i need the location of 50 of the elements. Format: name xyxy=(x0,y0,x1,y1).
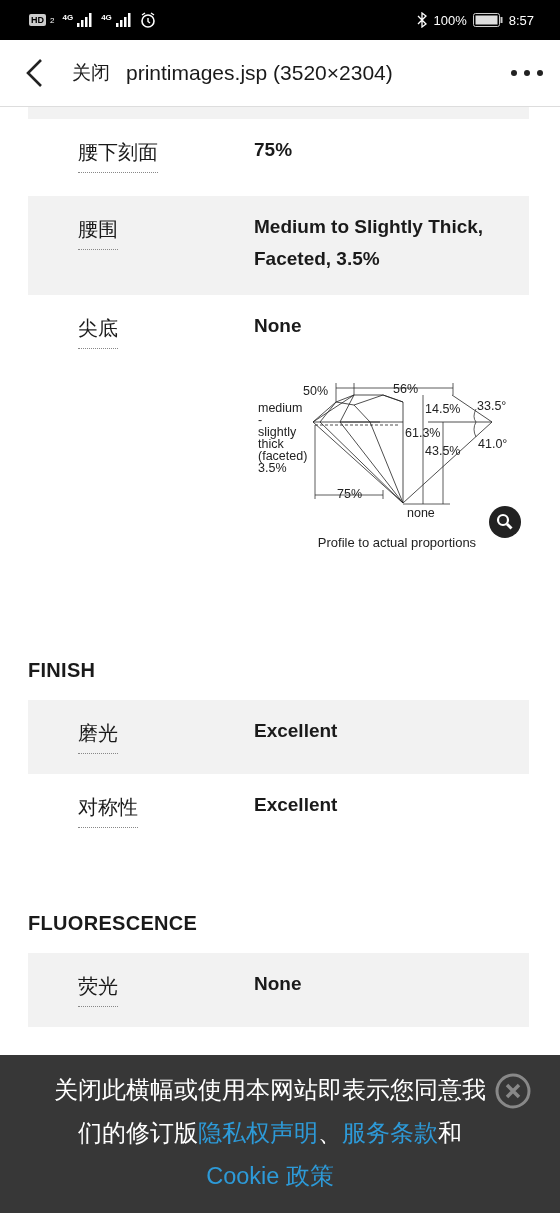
diagram-label: 33.5° xyxy=(477,399,507,413)
diagram-label: 50% xyxy=(303,384,329,398)
property-value: Excellent xyxy=(254,719,339,743)
back-icon[interactable] xyxy=(24,58,44,88)
diagram-label: - xyxy=(258,413,263,427)
close-icon[interactable] xyxy=(494,1072,532,1110)
clock-time: 8:57 xyxy=(508,12,534,28)
property-value: Excellent xyxy=(254,793,339,817)
property-value: Medium to Slightly Thick, Faceted, 3.5% xyxy=(254,215,485,271)
diagram-label: 3.5% xyxy=(258,461,287,475)
section-heading: FINISH xyxy=(28,658,97,683)
diagram-label: 14.5% xyxy=(425,402,461,416)
property-label[interactable]: 腰围 xyxy=(78,216,118,250)
property-label[interactable]: 对称性 xyxy=(78,794,138,828)
property-value: None xyxy=(254,972,303,996)
diagram-caption: Profile to actual proportions xyxy=(317,535,477,550)
diagram-label: slightly xyxy=(258,425,297,439)
property-value: 75% xyxy=(254,138,294,162)
battery-icon xyxy=(472,13,503,27)
diagram-label: 56% xyxy=(393,382,419,396)
alarm-icon xyxy=(139,12,156,28)
property-label[interactable]: 荧光 xyxy=(78,973,118,1007)
diagram-label: 61.3% xyxy=(405,426,441,440)
battery-percent: 100% xyxy=(433,12,467,28)
zoom-icon[interactable] xyxy=(489,506,521,538)
signal-icon xyxy=(77,13,94,27)
diagram-label: medium xyxy=(258,401,303,415)
hd-badge: HD xyxy=(29,14,46,26)
bluetooth-icon xyxy=(417,12,428,28)
property-value: None xyxy=(254,314,303,338)
close-link[interactable]: 关闭 xyxy=(72,60,110,86)
consent-text: 关闭此横幅或使用本网站即表示您同意我们的修订版隐私权声明、服务条款和 Cookie 政策 xyxy=(53,1076,487,1191)
page-title: printimages.jsp (3520×2304) xyxy=(126,61,394,85)
property-label[interactable]: 尖底 xyxy=(78,315,118,349)
property-label[interactable]: 腰下刻面 xyxy=(78,139,158,173)
policy-link[interactable]: Cookie 政策 xyxy=(206,1163,334,1189)
policy-link[interactable]: 隐私权声明 xyxy=(198,1120,318,1146)
section-heading: FLUORESCENCE xyxy=(28,911,199,936)
diagram-label: none xyxy=(407,506,435,520)
network-type: 4G xyxy=(62,13,74,22)
sim-number: 2 xyxy=(50,15,55,25)
network-type: 4G xyxy=(101,13,112,22)
signal-icon xyxy=(115,13,132,27)
diagram-label: 43.5% xyxy=(425,444,461,458)
more-icon[interactable] xyxy=(510,69,544,77)
policy-link[interactable]: 服务条款 xyxy=(342,1120,438,1146)
diagram-label: (faceted) xyxy=(258,449,308,463)
diagram-label: 41.0° xyxy=(478,437,508,451)
property-label[interactable]: 磨光 xyxy=(78,720,118,754)
diagram-label: 75% xyxy=(337,487,363,501)
